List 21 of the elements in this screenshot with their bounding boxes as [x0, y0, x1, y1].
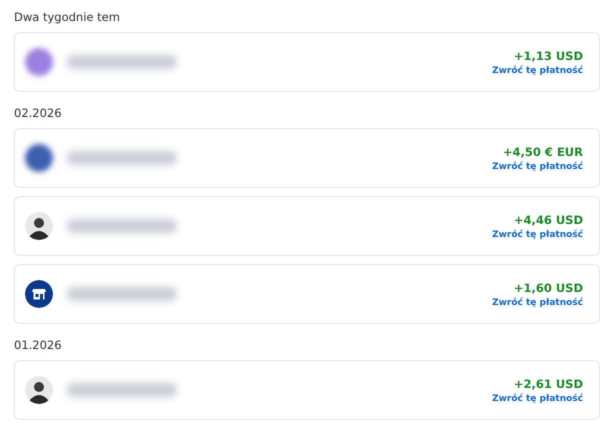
refund-link[interactable]: Zwróć tę płatność: [492, 66, 583, 76]
section-heading: Dwa tygodnie tem: [14, 10, 120, 24]
transaction-card[interactable]: +2,61 USD Zwróć tę płatność: [14, 360, 600, 420]
refund-link[interactable]: Zwróć tę płatność: [492, 394, 583, 404]
refund-link[interactable]: Zwróć tę płatność: [492, 230, 583, 240]
transaction-card[interactable]: +1,13 USD Zwróć tę płatność: [14, 32, 600, 92]
amount: +1,60 USD: [514, 280, 583, 294]
refund-link[interactable]: Zwróć tę płatność: [492, 298, 583, 308]
transaction-card[interactable]: +1,60 USD Zwróć tę płatność: [14, 264, 600, 324]
store-icon: [25, 280, 53, 308]
refund-link[interactable]: Zwróć tę płatność: [492, 162, 583, 172]
avatar-icon: [25, 376, 53, 404]
transaction-card[interactable]: +4,46 USD Zwróć tę płatność: [14, 196, 600, 256]
amount: +1,13 USD: [514, 48, 583, 62]
section-heading: 01.2026: [14, 338, 62, 352]
section-heading: 02.2026: [14, 106, 62, 120]
transaction-card[interactable]: +4,50 € EUR Zwróć tę płatność: [14, 128, 600, 188]
avatar-icon: [25, 212, 53, 240]
amount: +2,61 USD: [514, 376, 583, 390]
amount: +4,50 € EUR: [502, 144, 583, 158]
amount: +4,46 USD: [514, 212, 583, 226]
